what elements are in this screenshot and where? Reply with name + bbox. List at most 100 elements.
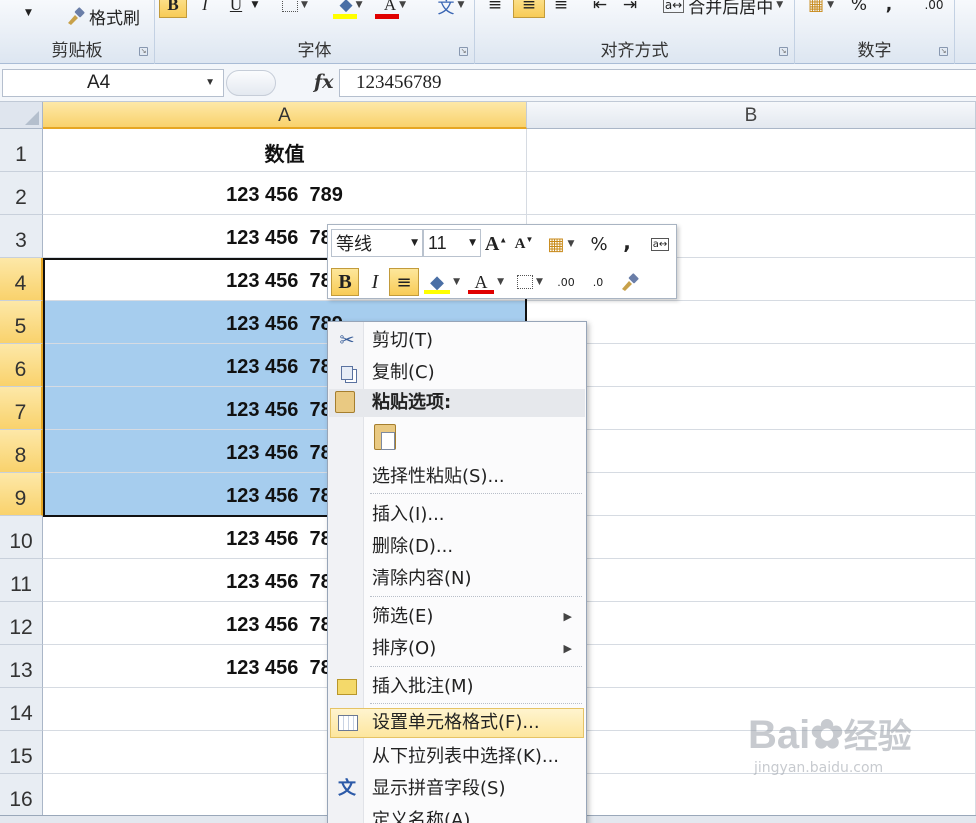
row-header[interactable]: 2 [0,172,43,215]
cell-b[interactable] [527,516,976,559]
cell-b[interactable] [527,430,976,473]
formula-input[interactable]: 123456789 [339,69,976,97]
menu-item-cut[interactable]: ✂ 剪切(T) [330,326,584,356]
increase-decimal-button[interactable]: .00 [919,0,949,18]
mini-font-color-button[interactable]: A ▼ [466,268,504,296]
cell-b[interactable] [527,301,976,344]
cell-b[interactable] [527,172,976,215]
chevron-down-icon: ▼ [411,238,418,248]
font-color-swatch [468,290,494,294]
increase-indent-button[interactable]: ⇥ [617,0,643,18]
cell-b[interactable] [527,645,976,688]
cell-b[interactable] [527,602,976,645]
menu-item-format-cells[interactable]: 设置单元格格式(F)... [330,708,584,738]
cell-a[interactable]: 123 456 789 [43,172,527,215]
menu-item-filter[interactable]: 筛选(E) ▶ [330,602,584,632]
mini-border-button[interactable]: ▼ [512,268,548,296]
mini-italic-button[interactable]: I [364,268,386,296]
mini-comma-button[interactable]: , [620,228,634,256]
mini-bold-button[interactable]: B [331,268,359,296]
row-header[interactable]: 9 [0,473,43,516]
accounting-format-button[interactable]: ▦ ▼ [801,0,841,18]
row-header[interactable]: 15 [0,731,43,774]
menu-item-insert[interactable]: 插入(I)... [330,500,584,530]
row-header[interactable]: 10 [0,516,43,559]
paste-button[interactable] [372,422,400,452]
cell-b[interactable] [527,129,976,172]
chevron-down-icon: ▼ [453,277,460,287]
mini-fill-color-button[interactable]: ◆ ▼ [422,268,460,296]
phonetic-button[interactable]: 文 ▼ [433,0,469,18]
column-header-b[interactable]: B [527,102,976,129]
comma-button[interactable]: , [879,0,899,18]
clipboard-group-label: 剪贴板 [51,41,103,61]
row-header[interactable]: 8 [0,430,43,473]
row-header[interactable]: 5 [0,301,43,344]
merge-icon: a↔ [650,237,670,251]
bold-button[interactable]: B [159,0,187,18]
menu-item-pick-from-list[interactable]: 从下拉列表中选择(K)... [330,742,584,772]
chevron-down-icon: ▼ [827,0,834,10]
menu-item-paste-special[interactable]: 选择性粘贴(S)... [330,462,584,492]
menu-item-sort[interactable]: 排序(O) ▶ [330,634,584,664]
mini-merge-button[interactable]: a↔ [647,230,673,258]
alignment-launcher-icon[interactable]: ↘ [779,47,788,56]
row-header[interactable]: 16 [0,774,43,817]
decrease-indent-button[interactable]: ⇤ [587,0,613,18]
paste-dropdown-arrow[interactable]: ▼ [24,4,33,22]
select-all-button[interactable] [0,102,43,129]
row-header[interactable]: 6 [0,344,43,387]
row-header[interactable]: 12 [0,602,43,645]
align-left-button[interactable]: ≡ [481,0,509,18]
align-center-button[interactable]: ≡ [513,0,545,18]
underline-dropdown-arrow[interactable]: ▼ [249,0,261,18]
cell-a[interactable]: 数值 [43,129,527,172]
mini-font-size-box[interactable]: 11 ▼ [423,229,481,257]
border-button[interactable]: ▼ [277,0,313,18]
row-header[interactable]: 11 [0,559,43,602]
font-launcher-icon[interactable]: ↘ [459,47,468,56]
row-header[interactable]: 4 [0,258,43,301]
percent-button[interactable]: % [847,0,871,18]
menu-item-define-name[interactable]: 定义名称(A)... [330,806,584,823]
mini-percent-button[interactable]: % [588,230,610,258]
underline-button[interactable]: U [225,0,247,18]
cell-b[interactable] [527,473,976,516]
shrink-font-button[interactable]: A▼ [512,230,536,258]
menu-item-insert-comment[interactable]: 插入批注(M) [330,672,584,702]
mini-format-painter-button[interactable] [616,268,644,296]
formula-splitter-handle[interactable] [226,70,276,96]
name-box[interactable]: A4 ▼ [2,69,224,97]
menu-item-clear-contents[interactable]: 清除内容(N) [330,564,584,594]
merge-center-button[interactable]: a↔ 合并后居中 ▼ [655,0,791,18]
row-header[interactable]: 7 [0,387,43,430]
menu-item-copy[interactable]: 复制(C) [330,358,584,388]
number-launcher-icon[interactable]: ↘ [939,47,948,56]
grow-font-button[interactable]: A▲ [484,230,508,258]
menu-item-delete[interactable]: 删除(D)... [330,532,584,562]
row-header[interactable]: 13 [0,645,43,688]
brush-icon [68,7,85,25]
row-header[interactable]: 3 [0,215,43,258]
cell-b[interactable] [527,344,976,387]
mini-align-center-button[interactable]: ≡ [389,268,419,296]
italic-button[interactable]: I [193,0,217,18]
mini-accounting-button[interactable]: ▦ ▼ [542,230,580,258]
mini-font-name-box[interactable]: 等线 ▼ [331,229,423,257]
cell-b[interactable] [527,559,976,602]
column-header-a[interactable]: A [43,102,527,129]
menu-item-phonetic[interactable]: 文 显示拼音字段(S) [330,774,584,804]
border-icon [517,275,534,289]
increase-decimal-icon: .00 [924,0,944,12]
align-right-button[interactable]: ≡ [547,0,575,18]
clipboard-launcher-icon[interactable]: ↘ [139,47,148,56]
row-header[interactable]: 14 [0,688,43,731]
mini-decrease-decimal-button[interactable]: .0 [584,268,612,296]
cell-b[interactable] [527,387,976,430]
row-header[interactable]: 1 [0,129,43,172]
format-painter-button[interactable]: 格式刷 [64,3,141,29]
chevron-down-icon[interactable]: ▼ [205,70,215,96]
insert-function-icon[interactable]: fx [314,71,334,93]
format-cells-icon [335,711,361,735]
mini-increase-decimal-button[interactable]: .00 [552,268,580,296]
